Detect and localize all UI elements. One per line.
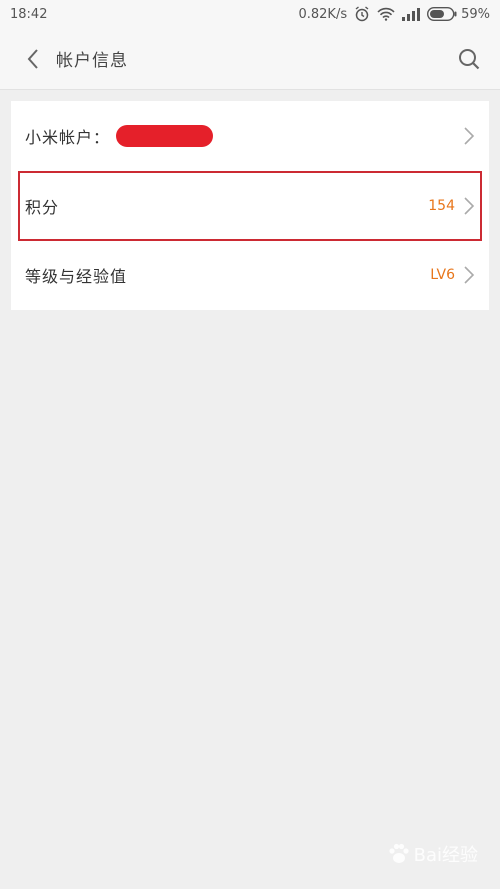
search-icon bbox=[459, 49, 480, 70]
battery-icon bbox=[427, 7, 457, 21]
status-icons: 0.82K/s 59% bbox=[298, 6, 490, 22]
alarm-icon bbox=[354, 6, 370, 22]
row-label: 等级与经验值 bbox=[25, 267, 128, 286]
chevron-right-icon bbox=[463, 196, 475, 216]
page-title: 帐户信息 bbox=[56, 51, 128, 71]
search-button[interactable] bbox=[454, 44, 484, 74]
paw-logo-icon bbox=[389, 843, 409, 863]
row-label: 积分 bbox=[25, 198, 60, 217]
row-mi-account[interactable]: 小米帐户： bbox=[11, 106, 489, 166]
status-time: 18:42 bbox=[10, 6, 48, 22]
level-value: LV6 bbox=[430, 267, 455, 283]
account-info-card: 小米帐户： 积分 154 等级与经验值 LV6 bbox=[11, 101, 489, 310]
signal-icon bbox=[402, 7, 421, 21]
back-arrow-icon bbox=[27, 48, 38, 69]
back-button[interactable] bbox=[14, 39, 52, 79]
network-speed: 0.82K/s bbox=[298, 6, 348, 22]
chevron-right-icon bbox=[463, 126, 475, 146]
screen: 18:42 0.82K/s 59% 帐户信息 小米帐户： 积分 154 等级与经… bbox=[0, 0, 500, 889]
watermark-text: Bai经验 bbox=[413, 845, 478, 866]
row-level-experience[interactable]: 等级与经验值 LV6 bbox=[11, 245, 489, 305]
battery: 59% bbox=[427, 7, 490, 22]
watermark: Bai经验 bbox=[386, 841, 478, 867]
points-value: 154 bbox=[428, 198, 455, 214]
redacted-account-id bbox=[116, 125, 214, 147]
row-points[interactable]: 积分 154 bbox=[11, 176, 489, 236]
wifi-icon bbox=[377, 7, 395, 21]
row-label: 小米帐户： bbox=[25, 128, 111, 147]
battery-percent: 59% bbox=[461, 6, 490, 22]
status-bar: 18:42 0.82K/s 59% bbox=[0, 0, 500, 28]
chevron-right-icon bbox=[463, 265, 475, 285]
app-header: 帐户信息 bbox=[0, 28, 500, 90]
